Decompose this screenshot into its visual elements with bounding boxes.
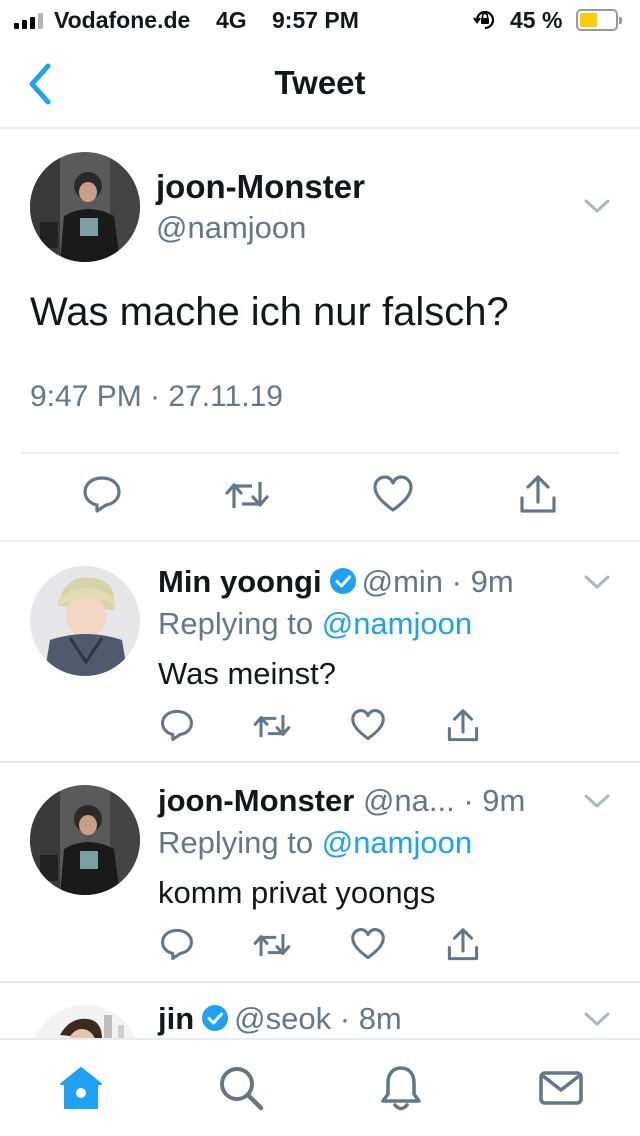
- display-name[interactable]: Min yoongi: [158, 564, 322, 599]
- reply-time: 9m: [482, 783, 526, 818]
- carrier-label: Vodafone.de: [54, 7, 191, 33]
- reply-text: komm privat yoongs: [158, 875, 436, 910]
- share-icon[interactable]: [518, 474, 558, 516]
- separator: ·: [331, 1001, 359, 1036]
- signal-icon: [14, 13, 43, 29]
- reply-tweet[interactable]: Min yoongi @min · 9m Replying to @namjoon…: [0, 544, 640, 763]
- notifications-icon[interactable]: [377, 1064, 425, 1112]
- chevron-down-icon[interactable]: [584, 1011, 610, 1027]
- avatar[interactable]: [30, 785, 140, 895]
- retweet-icon[interactable]: [224, 476, 270, 514]
- avatar[interactable]: [30, 566, 140, 676]
- chevron-down-icon[interactable]: [584, 793, 610, 809]
- battery-icon: [576, 9, 622, 31]
- home-icon[interactable]: [57, 1064, 105, 1112]
- reply-icon[interactable]: [160, 927, 194, 961]
- mention-link[interactable]: @namjoon: [322, 606, 472, 641]
- network-type: 4G: [216, 7, 247, 33]
- reply-header: jin @seok · 8m: [158, 1001, 402, 1037]
- reply-time: 9m: [470, 564, 514, 599]
- tweet-text: Was mache ich nur falsch?: [30, 290, 509, 334]
- replying-label: Replying to: [158, 606, 322, 641]
- reply-text: Was meinst?: [158, 656, 337, 691]
- reply-tweet[interactable]: joon-Monster @na... · 9m Replying to @na…: [0, 763, 640, 983]
- user-handle[interactable]: @min: [362, 564, 443, 599]
- verified-badge-icon: [329, 568, 356, 594]
- display-name[interactable]: joon-Monster: [156, 168, 365, 206]
- replying-label: Replying to: [158, 825, 322, 860]
- reply-actions: [0, 927, 640, 967]
- reply-actions: [0, 708, 640, 748]
- tweet-actions: [0, 474, 640, 518]
- status-bar: Vodafone.de 4G 9:57 PM 45 %: [0, 0, 640, 40]
- user-handle[interactable]: @na...: [363, 783, 455, 818]
- reply-header: Min yoongi @min · 9m: [158, 564, 514, 600]
- retweet-icon[interactable]: [252, 710, 292, 742]
- reply-time: 8m: [358, 1001, 402, 1036]
- replying-to: Replying to @namjoon: [158, 606, 472, 642]
- share-icon[interactable]: [446, 708, 480, 744]
- user-handle[interactable]: @seok: [234, 1001, 331, 1036]
- search-icon[interactable]: [217, 1064, 265, 1112]
- share-icon[interactable]: [446, 927, 480, 963]
- like-icon[interactable]: [350, 927, 386, 961]
- reply-header: joon-Monster @na... · 9m: [158, 783, 525, 819]
- orientation-lock-icon: [473, 10, 495, 30]
- verified-badge-icon: [202, 1005, 229, 1031]
- user-handle[interactable]: @namjoon: [156, 210, 306, 246]
- divider: [22, 452, 618, 454]
- separator: ·: [443, 564, 471, 599]
- main-tweet: joon-Monster @namjoon Was mache ich nur …: [0, 130, 640, 542]
- status-time: 9:57 PM: [272, 7, 359, 33]
- reply-icon[interactable]: [82, 474, 122, 514]
- chevron-down-icon[interactable]: [584, 198, 610, 214]
- battery-percent: 45 %: [510, 7, 563, 33]
- retweet-icon[interactable]: [252, 929, 292, 961]
- chevron-down-icon[interactable]: [584, 574, 610, 590]
- like-icon[interactable]: [372, 474, 414, 514]
- display-name[interactable]: jin: [158, 1001, 194, 1036]
- replying-to: Replying to @namjoon: [158, 825, 472, 861]
- display-name[interactable]: joon-Monster: [158, 783, 354, 818]
- separator: ·: [463, 783, 483, 818]
- like-icon[interactable]: [350, 708, 386, 742]
- mention-link[interactable]: @namjoon: [322, 825, 472, 860]
- reply-icon[interactable]: [160, 708, 194, 742]
- bottom-tab-bar: [0, 1038, 640, 1136]
- avatar[interactable]: [30, 152, 140, 262]
- page-title: Tweet: [274, 64, 366, 101]
- tweet-header: Tweet: [0, 40, 640, 129]
- tweet-timestamp: 9:47 PM · 27.11.19: [30, 380, 283, 413]
- messages-icon[interactable]: [537, 1064, 585, 1112]
